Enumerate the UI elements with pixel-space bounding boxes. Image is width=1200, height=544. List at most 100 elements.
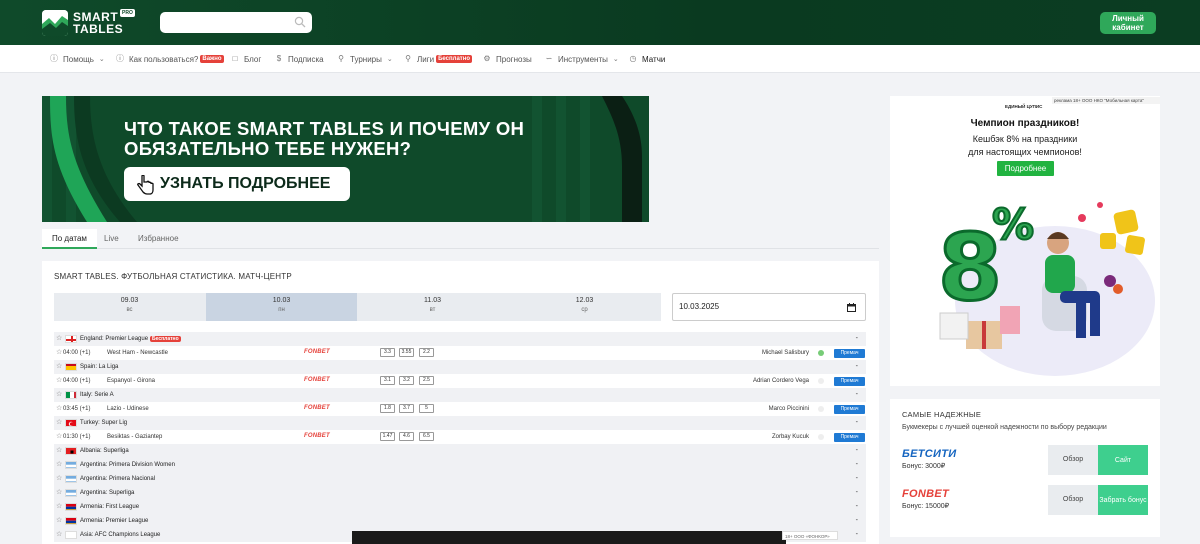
video-ad-player[interactable] bbox=[352, 531, 786, 544]
date-tab[interactable]: 11.03 вт bbox=[357, 293, 508, 321]
match-teams[interactable]: Espanyol - Girona bbox=[107, 378, 155, 384]
fonbet-logo[interactable]: FONBET bbox=[902, 488, 949, 500]
nav-item-matches[interactable]: ◷ Матчи bbox=[629, 45, 666, 73]
nav-item-blog[interactable]: □ Блог bbox=[231, 45, 262, 73]
league-row[interactable]: ☆ Armenia: Premier League - bbox=[54, 514, 866, 528]
league-name[interactable]: Spain: La Liga bbox=[80, 364, 118, 370]
match-teams[interactable]: Besiktas - Gaziantep bbox=[107, 434, 162, 440]
favorite-star-icon[interactable]: ☆ bbox=[56, 503, 62, 510]
review-button[interactable]: Обзор bbox=[1048, 485, 1098, 515]
match-teams[interactable]: West Ham - Newcastle bbox=[107, 350, 168, 356]
league-row[interactable]: ☆ Argentina: Primera Division Women - bbox=[54, 458, 866, 472]
odds-cell[interactable]: 1.8 bbox=[380, 404, 395, 413]
tipster-name[interactable]: Adrian Cordero Vega bbox=[753, 378, 809, 384]
favorite-star-icon[interactable]: ☆ bbox=[56, 489, 62, 496]
date-tab[interactable]: 12.03 ср bbox=[509, 293, 660, 321]
league-name[interactable]: Armenia: First League bbox=[80, 504, 139, 510]
league-row[interactable]: ☆ Argentina: Primera Nacional - bbox=[54, 472, 866, 486]
prematch-button[interactable]: Премач bbox=[834, 433, 865, 442]
nav-item-subscription[interactable]: $ Подписка bbox=[275, 45, 324, 73]
cashback-ad[interactable]: ЕДИНЫЙ ЦУПИС реклама 18+ ООО НКО "Мобиль… bbox=[890, 96, 1160, 386]
date-picker-input[interactable]: 10.03.2025 bbox=[672, 293, 866, 321]
bookmaker-logo[interactable]: FONBET bbox=[304, 433, 330, 439]
league-row[interactable]: ☆ Argentina: Superliga - bbox=[54, 486, 866, 500]
prematch-button[interactable]: Премач bbox=[834, 405, 865, 414]
odds-cell[interactable]: 4.6 bbox=[399, 432, 414, 441]
nav-item-how-to-use[interactable]: ⓘ Как пользоваться? Важно bbox=[116, 45, 224, 73]
league-row[interactable]: ☆ Armenia: First League - bbox=[54, 500, 866, 514]
favorite-star-icon[interactable]: ☆ bbox=[56, 377, 62, 384]
league-name[interactable]: England: Premier League Бесплатно bbox=[80, 336, 181, 342]
favorite-star-icon[interactable]: ☆ bbox=[56, 419, 62, 426]
nav-item-help[interactable]: ⓘ Помощь ⌄ bbox=[50, 45, 105, 73]
favorite-star-icon[interactable]: ☆ bbox=[56, 461, 62, 468]
bookmaker-logo[interactable]: FONBET bbox=[304, 377, 330, 383]
search-input[interactable] bbox=[160, 12, 312, 33]
favorite-star-icon[interactable]: ☆ bbox=[56, 335, 62, 342]
favorite-star-icon[interactable]: ☆ bbox=[56, 349, 62, 356]
prematch-button[interactable]: Премач bbox=[834, 349, 865, 358]
date-tab-selected[interactable]: 10.03 пн bbox=[206, 293, 357, 321]
league-name[interactable]: Turkey: Super Lig bbox=[80, 420, 127, 426]
odds-cell[interactable]: 3.3 bbox=[380, 348, 395, 357]
favorite-star-icon[interactable]: ☆ bbox=[56, 531, 62, 538]
odds-cell[interactable]: 2.5 bbox=[419, 376, 434, 385]
site-button[interactable]: Сайт bbox=[1098, 445, 1148, 475]
league-name[interactable]: Asia: AFC Champions League bbox=[80, 532, 160, 538]
favorite-star-icon[interactable]: ☆ bbox=[56, 391, 62, 398]
tipster-name[interactable]: Michael Salisbury bbox=[762, 350, 809, 356]
calendar-icon[interactable] bbox=[847, 303, 856, 312]
odds-cell[interactable]: 3.2 bbox=[399, 376, 414, 385]
favorite-star-icon[interactable]: ☆ bbox=[56, 475, 62, 482]
odds-cell[interactable]: 3.1 bbox=[380, 376, 395, 385]
match-teams[interactable]: Lazio - Udinese bbox=[107, 406, 149, 412]
match-row[interactable]: ☆ 04:00 (+1) West Ham - Newcastle FONBET 3.3… bbox=[54, 346, 866, 360]
tab-by-dates[interactable]: По датам bbox=[42, 229, 97, 249]
review-button[interactable]: Обзор bbox=[1048, 445, 1098, 475]
league-row[interactable]: ☆ Turkey: Super Lig - bbox=[54, 416, 866, 430]
favorite-star-icon[interactable]: ☆ bbox=[56, 433, 62, 440]
match-row[interactable]: ☆ 04:00 (+1) Espanyol - Girona FONBET 3.1 3.2… bbox=[54, 374, 866, 388]
search-icon[interactable] bbox=[294, 16, 306, 28]
odds-cell[interactable]: 5 bbox=[419, 404, 434, 413]
nav-item-predictions[interactable]: ⚙ Прогнозы bbox=[483, 45, 531, 73]
league-name[interactable]: Albania: Superliga bbox=[80, 448, 129, 454]
tab-live[interactable]: Live bbox=[94, 229, 129, 249]
match-row[interactable]: ☆ 01:30 (+1) Besiktas - Gaziantep FONBET 1.4… bbox=[54, 430, 866, 444]
nav-item-leagues[interactable]: ⚲ Лиги Бесплатно bbox=[404, 45, 473, 73]
betcity-logo[interactable]: БЕТСИТИ bbox=[902, 448, 956, 460]
favorite-star-icon[interactable]: ☆ bbox=[56, 517, 62, 524]
learn-more-button[interactable]: УЗНАТЬ ПОДРОБНЕЕ bbox=[124, 167, 350, 201]
ad-more-button[interactable]: Подробнее bbox=[997, 161, 1054, 176]
league-name[interactable]: Argentina: Superliga bbox=[80, 490, 134, 496]
prematch-button[interactable]: Премач bbox=[834, 377, 865, 386]
league-name[interactable]: Italy: Serie A bbox=[80, 392, 114, 398]
date-tab[interactable]: 09.03 вс bbox=[54, 293, 205, 321]
claim-bonus-button[interactable]: Забрать бонус bbox=[1098, 485, 1148, 515]
league-name[interactable]: Argentina: Primera Division Women bbox=[80, 462, 175, 468]
odds-cell[interactable]: 3.55 bbox=[399, 348, 414, 357]
favorite-star-icon[interactable]: ☆ bbox=[56, 447, 62, 454]
odds-cell[interactable]: 2.2 bbox=[419, 348, 434, 357]
league-row[interactable]: ☆ Albania: Superliga - bbox=[54, 444, 866, 458]
tab-favorites[interactable]: Избранное bbox=[128, 229, 189, 249]
favorite-star-icon[interactable]: ☆ bbox=[56, 405, 62, 412]
nav-item-tournaments[interactable]: ⚲ Турниры ⌄ bbox=[337, 45, 393, 73]
odds-cell[interactable]: 1.47 bbox=[380, 432, 395, 441]
favorite-star-icon[interactable]: ☆ bbox=[56, 363, 62, 370]
odds-cell[interactable]: 6.5 bbox=[419, 432, 434, 441]
match-row[interactable]: ☆ 03:45 (+1) Lazio - Udinese FONBET 1.8 3.7 5 M… bbox=[54, 402, 866, 416]
bookmaker-logo[interactable]: FONBET bbox=[304, 349, 330, 355]
promo-banner[interactable]: ЧТО ТАКОЕ SMART TABLES И ПОЧЕМУ ОН ОБЯЗА… bbox=[42, 96, 649, 222]
logo[interactable]: SMART TABLES PRO bbox=[42, 9, 142, 36]
bookmaker-logo[interactable]: FONBET bbox=[304, 405, 330, 411]
tipster-name[interactable]: Marco Piccinini bbox=[769, 406, 809, 412]
odds-cell[interactable]: 3.7 bbox=[399, 404, 414, 413]
league-row[interactable]: ☆ Spain: La Liga - bbox=[54, 360, 866, 374]
personal-cabinet-button[interactable]: Личный кабинет bbox=[1100, 12, 1156, 34]
league-name[interactable]: Argentina: Primera Nacional bbox=[80, 476, 155, 482]
tipster-name[interactable]: Zorbay Kucuk bbox=[772, 434, 809, 440]
league-row[interactable]: ☆ England: Premier League Бесплатно - bbox=[54, 332, 866, 346]
league-row[interactable]: ☆ Italy: Serie A - bbox=[54, 388, 866, 402]
nav-item-tools[interactable]: ∽ Инструменты ⌄ bbox=[545, 45, 619, 73]
